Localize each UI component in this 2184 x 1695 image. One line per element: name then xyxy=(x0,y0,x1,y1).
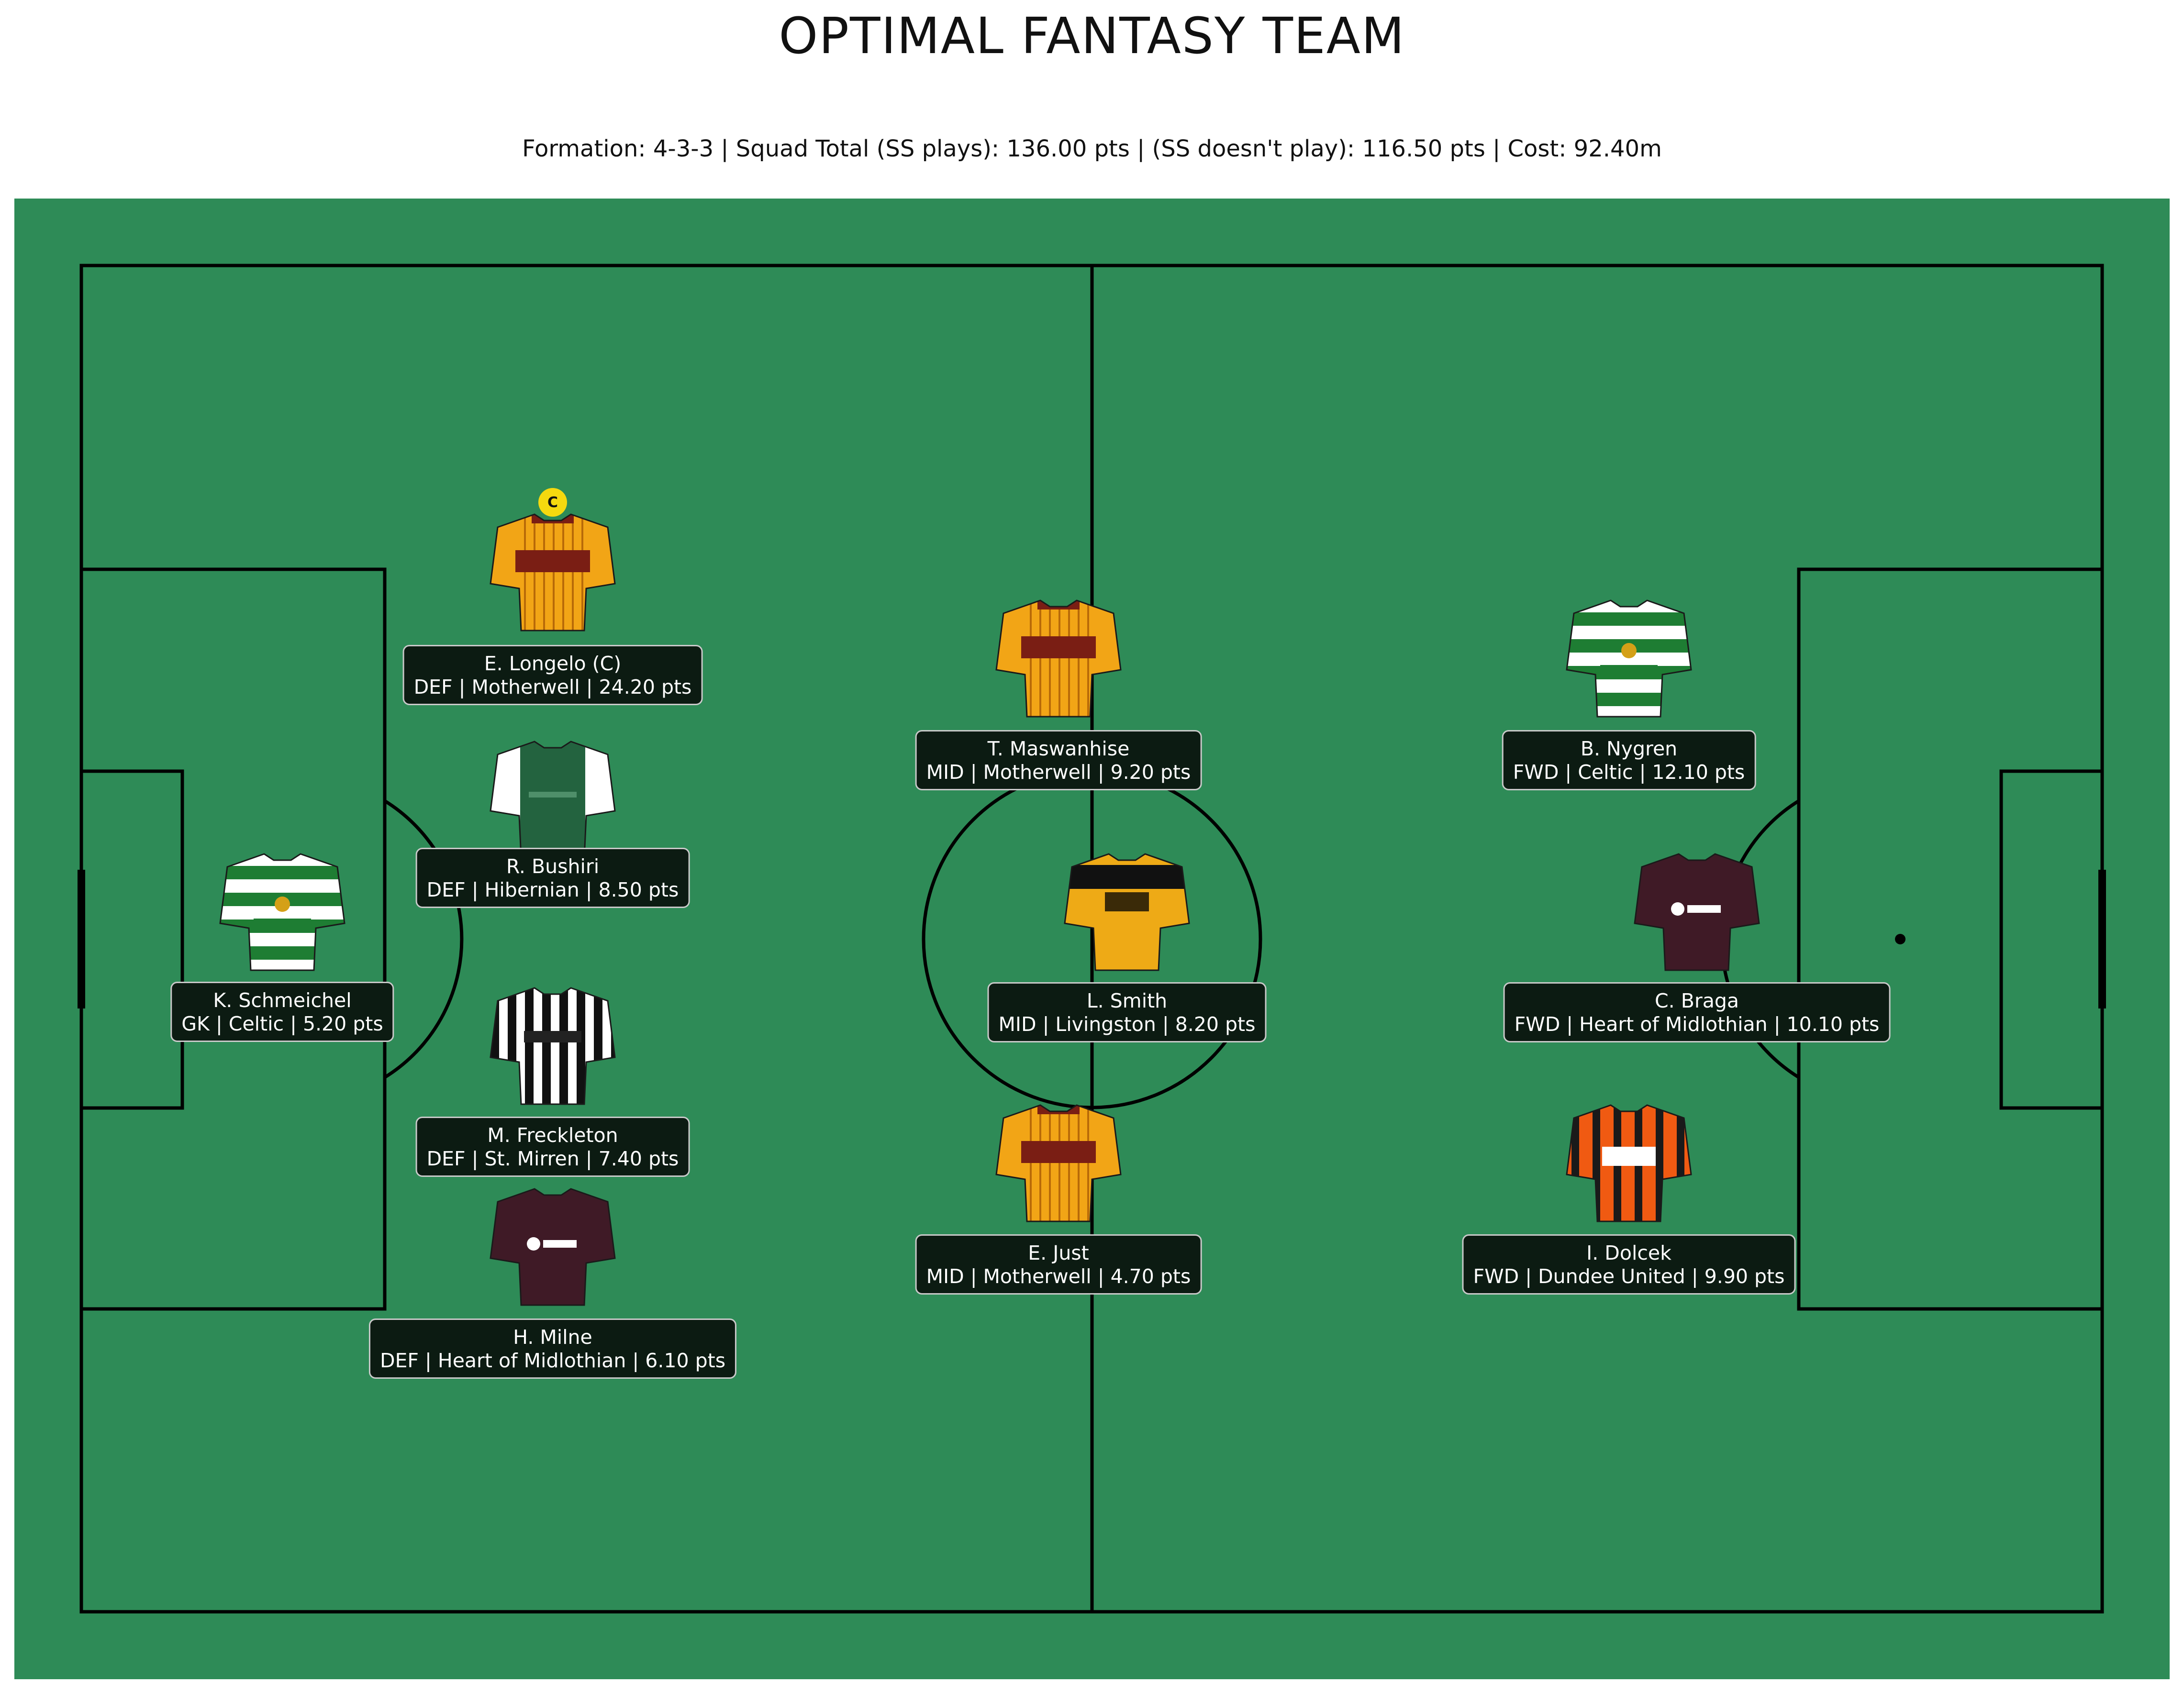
player-details: DEF | Motherwell | 24.20 pts xyxy=(413,676,692,698)
player-name: E. Longelo (C) xyxy=(484,652,622,675)
player-name: K. Schmeichel xyxy=(213,989,352,1012)
player-name: H. Milne xyxy=(513,1326,592,1349)
player-details: MID | Livingston | 8.20 pts xyxy=(998,1013,1256,1036)
player-details: DEF | St. Mirren | 7.40 pts xyxy=(426,1147,679,1170)
football-pitch: C xyxy=(14,199,2170,1679)
player-details: FWD | Heart of Midlothian | 10.10 pts xyxy=(1514,1013,1880,1036)
player-name: I. Dolcek xyxy=(1586,1241,1671,1264)
penalty-spot-right xyxy=(1895,934,1905,944)
player-card-bushiri[interactable]: R. Bushiri DEF | Hibernian | 8.50 pts xyxy=(415,848,690,908)
player-details: FWD | Dundee United | 9.90 pts xyxy=(1473,1265,1785,1288)
player-card-smith[interactable]: L. Smith MID | Livingston | 8.20 pts xyxy=(987,982,1267,1042)
player-card-milne[interactable]: H. Milne DEF | Heart of Midlothian | 6.10… xyxy=(368,1318,737,1379)
player-details: MID | Motherwell | 4.70 pts xyxy=(926,1265,1191,1288)
player-card-just[interactable]: E. Just MID | Motherwell | 4.70 pts xyxy=(915,1234,1202,1295)
player-details: DEF | Hibernian | 8.50 pts xyxy=(426,878,679,901)
player-details: MID | Motherwell | 9.20 pts xyxy=(926,761,1191,784)
player-details: GK | Celtic | 5.20 pts xyxy=(181,1012,383,1035)
player-name: E. Just xyxy=(1028,1241,1089,1264)
player-card-longelo[interactable]: E. Longelo (C) DEF | Motherwell | 24.20 p… xyxy=(402,645,703,705)
player-details: FWD | Celtic | 12.10 pts xyxy=(1513,761,1745,784)
player-card-schmeichel[interactable]: K. Schmeichel GK | Celtic | 5.20 pts xyxy=(170,982,394,1042)
captain-badge: C xyxy=(538,488,567,517)
player-card-dolcek[interactable]: I. Dolcek FWD | Dundee United | 9.90 pts xyxy=(1462,1234,1796,1295)
player-details: DEF | Heart of Midlothian | 6.10 pts xyxy=(379,1349,726,1372)
player-card-braga[interactable]: C. Braga FWD | Heart of Midlothian | 10.1… xyxy=(1503,982,1891,1042)
player-card-maswanhise[interactable]: T. Maswanhise MID | Motherwell | 9.20 pts xyxy=(915,730,1202,790)
captain-badge-letter: C xyxy=(547,494,558,511)
player-card-freckleton[interactable]: M. Freckleton DEF | St. Mirren | 7.40 pts xyxy=(415,1117,690,1177)
player-card-nygren[interactable]: B. Nygren FWD | Celtic | 12.10 pts xyxy=(1502,730,1756,790)
player-name: B. Nygren xyxy=(1580,737,1678,760)
player-name: L. Smith xyxy=(1086,989,1168,1012)
player-name: T. Maswanhise xyxy=(987,737,1130,760)
player-name: M. Freckleton xyxy=(487,1124,618,1147)
player-name: C. Braga xyxy=(1655,989,1739,1012)
player-name: R. Bushiri xyxy=(506,855,600,878)
